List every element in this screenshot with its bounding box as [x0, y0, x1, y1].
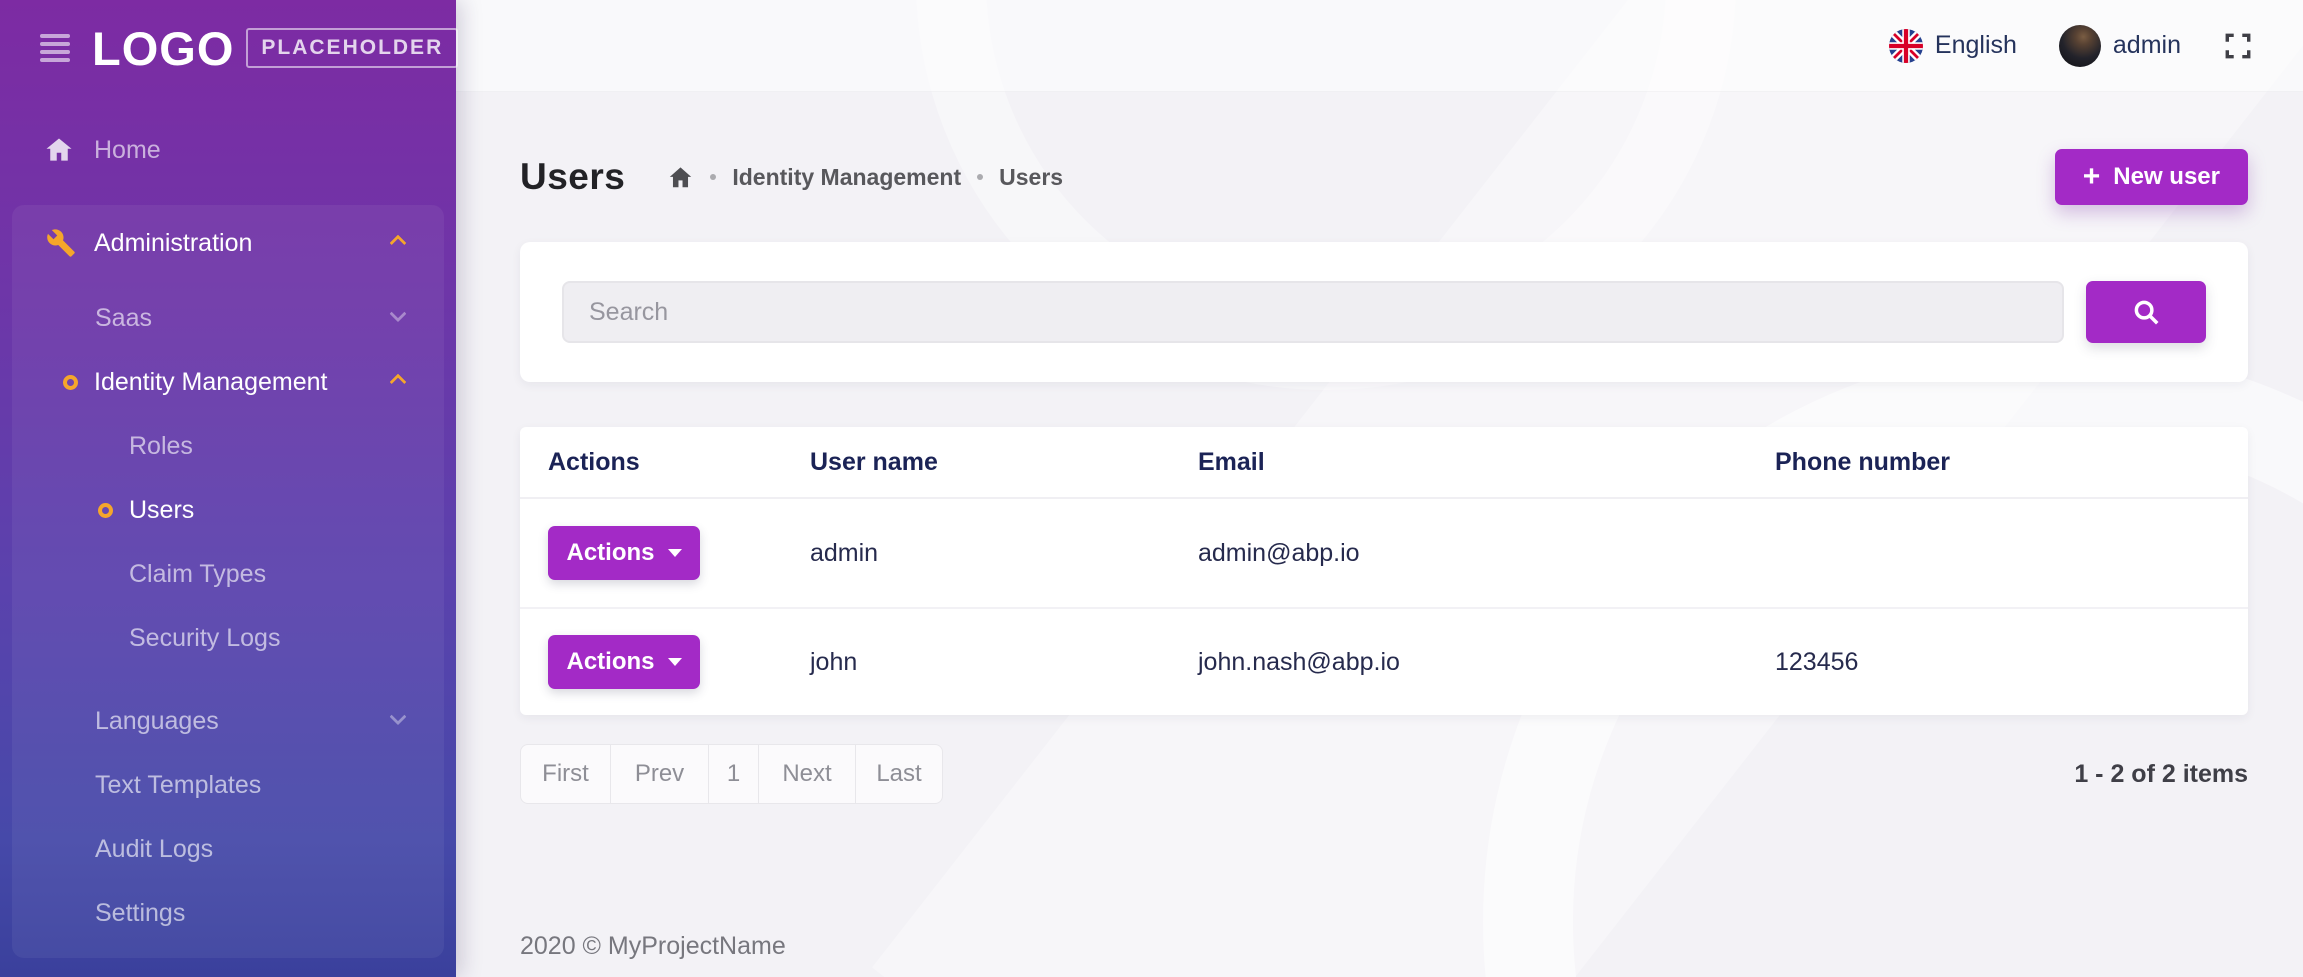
table-row: Actions john john.nash@abp.io 123456 [520, 607, 2248, 715]
fullscreen-button[interactable] [2223, 31, 2253, 61]
footer-copyright: 2020 © MyProjectName [520, 932, 2248, 961]
cell-email: john.nash@abp.io [1198, 648, 1775, 677]
sidebar-item-label: Administration [94, 229, 252, 258]
sidebar-item-home[interactable]: Home [0, 118, 456, 182]
breadcrumb: Identity Management Users [667, 164, 1063, 191]
new-user-label: New user [2113, 163, 2220, 191]
sidebar-item-label: Home [94, 136, 161, 165]
sidebar-item-settings[interactable]: Settings [12, 881, 444, 945]
pager: First Prev 1 Next Last [520, 744, 943, 804]
sidebar-item-text-templates[interactable]: Text Templates [12, 753, 444, 817]
uk-flag-icon [1889, 29, 1923, 63]
avatar [2059, 25, 2101, 67]
sidebar-item-label: Roles [129, 432, 193, 461]
language-selector[interactable]: English [1889, 29, 2017, 63]
column-header-email[interactable]: Email [1198, 448, 1775, 477]
sidebar-admin-panel: Administration Saas Identity Management … [12, 205, 444, 958]
search-card [520, 242, 2248, 382]
sidebar-item-identity-management[interactable]: Identity Management [12, 350, 444, 414]
table-header-row: Actions User name Email Phone number [520, 427, 2248, 499]
username-label: admin [2113, 31, 2181, 60]
pagination-last[interactable]: Last [856, 745, 942, 803]
fullscreen-icon [2223, 31, 2253, 61]
home-icon [42, 135, 76, 165]
column-header-actions[interactable]: Actions [548, 448, 810, 477]
pagination-next[interactable]: Next [759, 745, 856, 803]
home-icon [667, 164, 694, 191]
pagination-summary: 1 - 2 of 2 items [2074, 760, 2248, 789]
active-bullet-icon [63, 375, 78, 390]
sidebar-item-label: Users [129, 496, 194, 525]
sidebar-item-label: Identity Management [94, 368, 327, 397]
sidebar-item-claim-types[interactable]: Claim Types [12, 542, 444, 606]
users-table: Actions User name Email Phone number Act… [520, 427, 2248, 715]
app-screen: LOGO PLACEHOLDER Home Administration Saa… [0, 0, 2303, 977]
sidebar-item-users[interactable]: Users [12, 478, 444, 542]
logo-text: LOGO [92, 21, 234, 76]
row-actions-button[interactable]: Actions [548, 526, 700, 580]
user-menu[interactable]: admin [2059, 25, 2181, 67]
actions-label: Actions [566, 539, 654, 567]
cell-user-name: john [810, 648, 1198, 677]
logo-placeholder-text: PLACEHOLDER [246, 28, 458, 68]
chevron-down-icon [390, 305, 407, 322]
sidebar-item-security-logs[interactable]: Security Logs [12, 606, 444, 670]
language-label: English [1935, 31, 2017, 60]
active-bullet-icon [98, 503, 113, 518]
new-user-button[interactable]: + New user [2055, 149, 2248, 205]
column-header-user-name[interactable]: User name [810, 448, 1198, 477]
cell-phone: 123456 [1775, 648, 2248, 677]
search-input[interactable] [562, 281, 2064, 343]
sidebar-item-label: Audit Logs [95, 835, 213, 864]
main-area: English admin Users [456, 0, 2303, 977]
sidebar-item-label: Text Templates [95, 771, 261, 800]
breadcrumb-home[interactable] [667, 164, 694, 191]
page-header: Users Identity Management Users + New us… [520, 148, 2248, 206]
chevron-up-icon [390, 374, 407, 391]
cell-user-name: admin [810, 539, 1198, 568]
breadcrumb-separator [977, 174, 983, 180]
caret-down-icon [668, 658, 682, 666]
sidebar-header: LOGO PLACEHOLDER [0, 0, 456, 96]
sidebar-item-label: Claim Types [129, 560, 266, 589]
sidebar-item-roles[interactable]: Roles [12, 414, 444, 478]
actions-label: Actions [566, 648, 654, 676]
wrench-icon [44, 228, 78, 258]
page-title: Users [520, 156, 625, 198]
table-row: Actions admin admin@abp.io [520, 499, 2248, 607]
search-icon [2131, 297, 2161, 327]
chevron-up-icon [390, 235, 407, 252]
breadcrumb-users: Users [999, 164, 1063, 191]
breadcrumb-identity-management[interactable]: Identity Management [732, 164, 961, 191]
sidebar: LOGO PLACEHOLDER Home Administration Saa… [0, 0, 456, 977]
sidebar-item-saas[interactable]: Saas [12, 286, 444, 350]
caret-down-icon [668, 549, 682, 557]
pagination-page-1[interactable]: 1 [709, 745, 759, 803]
breadcrumb-separator [710, 174, 716, 180]
column-header-phone[interactable]: Phone number [1775, 448, 2248, 477]
sidebar-item-label: Settings [95, 899, 185, 928]
sidebar-item-languages[interactable]: Languages [12, 689, 444, 753]
pagination-row: First Prev 1 Next Last 1 - 2 of 2 items [520, 744, 2248, 804]
cell-email: admin@abp.io [1198, 539, 1775, 568]
sidebar-item-label: Languages [95, 707, 219, 736]
topbar: English admin [456, 0, 2303, 92]
sidebar-item-audit-logs[interactable]: Audit Logs [12, 817, 444, 881]
pagination-first[interactable]: First [521, 745, 611, 803]
sidebar-item-label: Security Logs [129, 624, 280, 653]
logo[interactable]: LOGO PLACEHOLDER [92, 21, 458, 76]
row-actions-button[interactable]: Actions [548, 635, 700, 689]
hamburger-menu-icon[interactable] [40, 34, 70, 62]
sidebar-item-administration[interactable]: Administration [12, 211, 444, 275]
search-button[interactable] [2086, 281, 2206, 343]
sidebar-item-label: Saas [95, 304, 152, 333]
pagination-prev[interactable]: Prev [611, 745, 709, 803]
chevron-down-icon [390, 708, 407, 725]
